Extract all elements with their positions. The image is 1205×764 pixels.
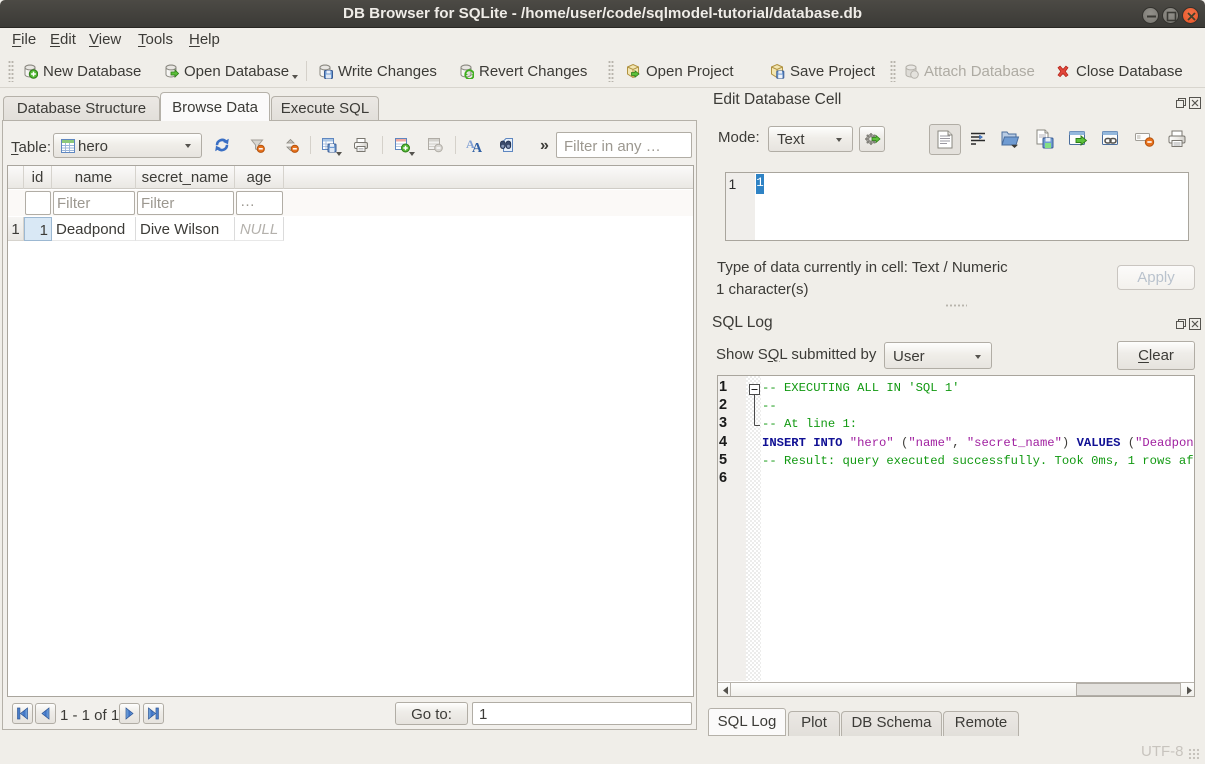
svg-text:A: A — [472, 141, 482, 153]
